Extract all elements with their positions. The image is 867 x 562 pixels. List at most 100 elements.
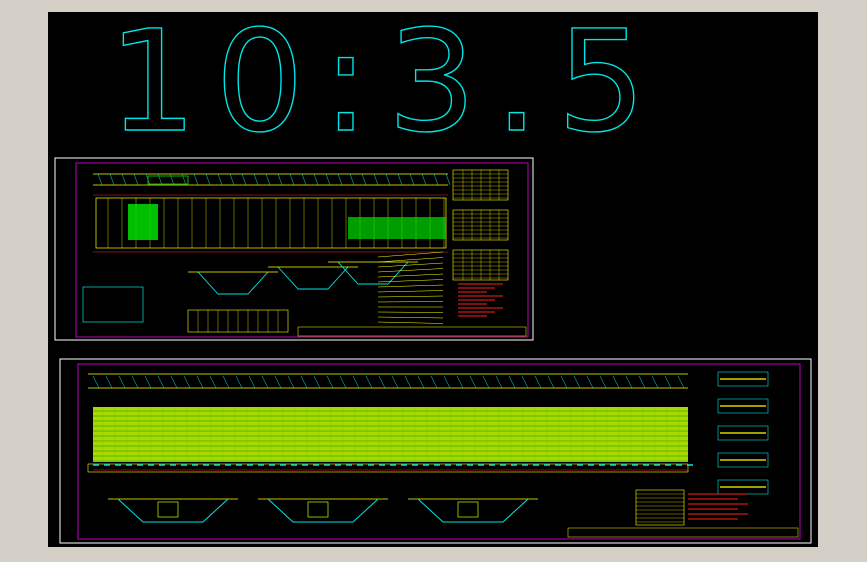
leader-line — [377, 273, 444, 278]
title-block — [567, 527, 799, 538]
elevation-tick — [325, 173, 331, 186]
elevation-tick — [421, 173, 427, 186]
plan-fill — [348, 217, 446, 239]
leader-line — [377, 290, 444, 293]
leader-line — [377, 284, 444, 288]
elevation-tick — [118, 375, 126, 389]
elevation-tick — [109, 173, 115, 186]
cross-section — [417, 498, 529, 523]
drawing-canvas[interactable]: 10:3.5 — [48, 12, 818, 547]
elevation-tick — [625, 375, 633, 389]
leader-line — [377, 262, 444, 268]
label-strip — [87, 463, 689, 473]
leader-line — [377, 321, 444, 324]
elevation-tick — [352, 375, 360, 389]
elevation-tick — [445, 173, 451, 186]
elevation-tick — [361, 173, 367, 186]
leader-line — [377, 279, 444, 283]
cross-section — [117, 498, 229, 523]
elevation-tick — [378, 375, 386, 389]
elevation-tick — [339, 375, 347, 389]
elevation-tick — [409, 173, 415, 186]
elevation-tick — [170, 375, 178, 389]
elevation-tick — [313, 173, 319, 186]
leader-line — [377, 251, 444, 258]
elevation-tick — [121, 173, 127, 186]
plan-fill — [128, 204, 158, 240]
elevation-tick — [664, 375, 672, 389]
elevation-tick — [547, 375, 555, 389]
elevation-tick — [277, 173, 283, 186]
elevation-tick — [651, 375, 659, 389]
cross-section-detail — [157, 501, 179, 518]
elevation-tick — [289, 173, 295, 186]
elevation-tick — [495, 375, 503, 389]
elevation-tick — [433, 173, 439, 186]
elevation-block — [147, 175, 189, 185]
elevation-tick — [404, 375, 412, 389]
elevation-tick — [287, 375, 295, 389]
cross-section — [337, 261, 409, 285]
elevation-tick — [217, 173, 223, 186]
drawing-sheet-1[interactable] — [54, 157, 534, 341]
elevation-tick — [144, 375, 152, 389]
cross-section-detail — [307, 501, 329, 518]
schedule-table — [452, 249, 509, 281]
elevation-tick — [92, 375, 100, 389]
elevation-tick — [599, 375, 607, 389]
leader-line — [377, 316, 444, 319]
elevation-tick — [313, 375, 321, 389]
elevation-tick — [261, 375, 269, 389]
sheet-content — [82, 169, 527, 337]
elevation-tick — [229, 173, 235, 186]
leader-line — [377, 257, 444, 263]
cross-section — [277, 266, 349, 290]
leader-line — [377, 311, 444, 313]
elevation-tick — [253, 173, 259, 186]
schedule-table — [452, 209, 509, 241]
elevation-tick — [456, 375, 464, 389]
elevation-tick — [222, 375, 230, 389]
leader-line — [377, 295, 444, 298]
elevation-tick — [391, 375, 399, 389]
elevation-tick — [677, 375, 685, 389]
elevation-tick — [397, 173, 403, 186]
leader-line — [377, 268, 444, 273]
elevation-tick — [265, 173, 271, 186]
elevation-tick — [482, 375, 490, 389]
elevation-tick — [365, 375, 373, 389]
detail-box — [82, 286, 144, 323]
elevation-tick — [521, 375, 529, 389]
elevation-tick — [183, 375, 191, 389]
plan-fill — [93, 407, 688, 462]
cross-section-detail — [457, 501, 479, 518]
elevation-tick — [131, 375, 139, 389]
elevation-tick — [373, 173, 379, 186]
elevation-tick — [301, 173, 307, 186]
elevation-tick — [248, 375, 256, 389]
drawing-sheet-2[interactable] — [59, 358, 812, 544]
elevation-tick — [105, 375, 113, 389]
elevation-tick — [586, 375, 594, 389]
elevation-tick — [638, 375, 646, 389]
elevation-tick — [573, 375, 581, 389]
title-block — [297, 326, 527, 337]
elevation-tick — [326, 375, 334, 389]
elevation-tick — [534, 375, 542, 389]
elevation-tick — [205, 173, 211, 186]
cross-section — [267, 498, 379, 523]
cad-drawing[interactable]: 10:3.5 — [48, 12, 818, 547]
elevation-tick — [560, 375, 568, 389]
elevation-tick — [612, 375, 620, 389]
elevation-tick — [196, 375, 204, 389]
schedule-table — [452, 169, 509, 201]
elevation-tick — [300, 375, 308, 389]
drawing-title-text: 10:3.5 — [108, 12, 664, 164]
elevation-tick — [443, 375, 451, 389]
elevation-tick — [417, 375, 425, 389]
elevation-tick — [157, 375, 165, 389]
elevation-tick — [193, 173, 199, 186]
elevation-tick — [508, 375, 516, 389]
sheet-content — [87, 371, 799, 538]
leader-line — [377, 301, 444, 303]
